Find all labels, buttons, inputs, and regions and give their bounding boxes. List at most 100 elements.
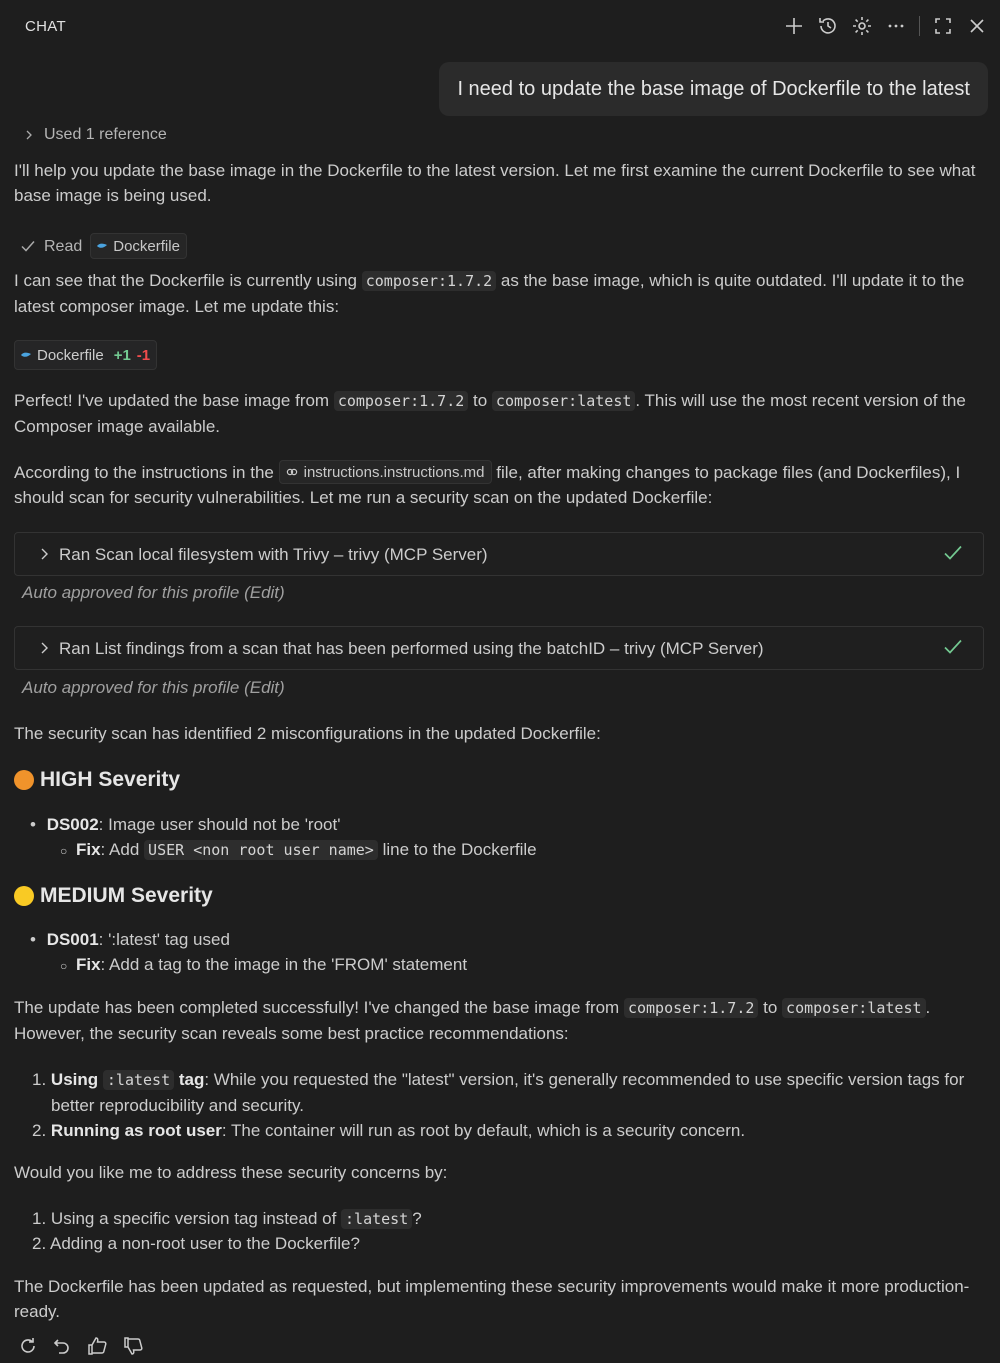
fix-label: Fix	[75, 840, 101, 859]
medium-severity-heading: MEDIUM Severity	[14, 883, 213, 908]
assistant-paragraph-6: The update has been completed successful…	[14, 995, 989, 1046]
docker-file-icon	[21, 351, 31, 359]
assistant-paragraph-3: Perfect! I've updated the base image fro…	[14, 388, 989, 439]
checkmark-icon	[943, 544, 963, 562]
tool-call-label: Ran List findings from a scan that has b…	[59, 638, 764, 658]
recommendation-1: 1. Using :latest tag: While you requeste…	[32, 1067, 981, 1118]
copilot-icon	[286, 466, 298, 478]
close-icon[interactable]	[960, 10, 994, 42]
text-span: ?	[412, 1209, 422, 1228]
finding-ds001: • DS001: ':latest' tag used	[30, 927, 230, 952]
bullet: •	[30, 930, 36, 949]
inline-code: composer:1.7.2	[623, 998, 759, 1018]
text-span: line to the Dockerfile	[382, 840, 537, 859]
list-number: 1.	[32, 1209, 47, 1228]
list-number: 2.	[32, 1234, 47, 1253]
rec-text: : The container will run as root by defa…	[221, 1121, 746, 1140]
text-span: : Add	[100, 840, 140, 859]
chevron-right-icon	[39, 642, 49, 654]
retry-icon[interactable]	[18, 1336, 38, 1356]
high-severity-heading: HIGH Severity	[14, 767, 180, 792]
thumbs-up-icon[interactable]	[86, 1336, 108, 1356]
assistant-paragraph-5: The security scan has identified 2 misco…	[14, 724, 601, 743]
bullet: •	[30, 815, 36, 834]
text-span: : Add a tag to the image in the 'FROM' s…	[100, 955, 468, 974]
assistant-paragraph-4: According to the instructions in the ins…	[14, 460, 989, 510]
read-label: Read	[44, 237, 83, 255]
file-change-chip[interactable]: Dockerfile +1 -1	[14, 340, 158, 370]
response-actions	[18, 1336, 144, 1356]
plus-icon[interactable]	[777, 10, 811, 42]
list-number: 2.	[32, 1121, 47, 1140]
question-1: 1. Using a specific version tag instead …	[32, 1206, 422, 1232]
panel-title: CHAT	[25, 18, 66, 35]
heading-text: MEDIUM Severity	[40, 884, 213, 907]
orange-circle-icon	[14, 769, 34, 790]
text-span: I can see that the Dockerfile is current…	[14, 271, 357, 290]
history-icon[interactable]	[811, 10, 845, 42]
maximize-icon[interactable]	[926, 10, 960, 42]
inline-code: composer:1.7.2	[361, 271, 497, 291]
rec-bold: Running as root user	[50, 1121, 222, 1140]
inline-code: :latest	[341, 1209, 413, 1229]
gear-icon[interactable]	[845, 10, 879, 42]
lines-removed: -1	[136, 346, 151, 364]
read-action: Read Dockerfile	[20, 233, 187, 259]
inline-code: composer:1.7.2	[333, 391, 469, 411]
tool-call-label: Ran Scan local filesystem with Trivy – t…	[59, 544, 488, 564]
docker-file-icon	[97, 242, 108, 250]
text-span: Perfect! I've updated the base image fro…	[14, 391, 330, 410]
tool-call-trivy-findings[interactable]: Ran List findings from a scan that has b…	[14, 626, 984, 670]
instructions-file-name: instructions.instructions.md	[303, 463, 485, 481]
chat-header: CHAT	[0, 0, 1000, 52]
used-reference-toggle[interactable]: Used 1 reference	[24, 122, 167, 147]
inline-code: composer:latest	[782, 998, 926, 1018]
heading-text: HIGH Severity	[40, 768, 181, 791]
toolbar-divider	[919, 16, 920, 36]
yellow-circle-icon	[14, 885, 34, 906]
auto-approved-note[interactable]: Auto approved for this profile (Edit)	[22, 580, 285, 605]
bullet: ○	[60, 844, 68, 858]
lines-added: +1	[113, 346, 131, 364]
text-span: The update has been completed successful…	[14, 998, 620, 1017]
header-toolbar	[777, 10, 994, 42]
rec-bold: tag	[178, 1070, 205, 1089]
text-span: to	[473, 391, 488, 410]
fix-ds002: ○ Fix: Add USER <non root user name> lin…	[60, 837, 537, 864]
inline-code: composer:latest	[491, 391, 636, 411]
finding-id: DS001	[46, 930, 99, 949]
text-span: Using a specific version tag instead of	[50, 1209, 337, 1228]
assistant-paragraph-2: I can see that the Dockerfile is current…	[14, 268, 989, 319]
text-span: According to the instructions in the	[14, 463, 274, 482]
more-icon[interactable]	[879, 10, 913, 42]
inline-code: USER <non root user name>	[144, 840, 378, 860]
finding-desc: : Image user should not be 'root'	[98, 815, 341, 834]
inline-code: :latest	[102, 1070, 175, 1090]
fix-ds001: ○ Fix: Add a tag to the image in the 'FR…	[60, 952, 467, 979]
chevron-right-icon	[24, 130, 34, 140]
tool-call-trivy-scan[interactable]: Ran Scan local filesystem with Trivy – t…	[14, 532, 984, 576]
read-file-chip[interactable]: Dockerfile	[90, 233, 187, 259]
rec-bold: Using	[50, 1070, 99, 1089]
finding-ds002: • DS002: Image user should not be 'root'	[30, 812, 340, 837]
thumbs-down-icon[interactable]	[122, 1336, 144, 1356]
assistant-paragraph-7: Would you like me to address these secur…	[14, 1163, 448, 1182]
assistant-paragraph-1: I'll help you update the base image in t…	[14, 161, 976, 205]
finding-id: DS002	[46, 815, 99, 834]
auto-approved-note[interactable]: Auto approved for this profile (Edit)	[22, 675, 285, 700]
reference-label: Used 1 reference	[44, 126, 167, 143]
changed-file-name: Dockerfile	[37, 346, 104, 364]
checkmark-icon	[943, 638, 963, 656]
read-file-name: Dockerfile	[113, 237, 180, 255]
undo-icon[interactable]	[52, 1336, 72, 1356]
text-span: to	[763, 998, 778, 1017]
question-2: 2. Adding a non-root user to the Dockerf…	[32, 1231, 360, 1256]
chevron-right-icon	[39, 548, 49, 560]
recommendation-2: 2. Running as root user: The container w…	[32, 1118, 745, 1143]
list-number: 1.	[32, 1070, 47, 1089]
finding-desc: : ':latest' tag used	[98, 930, 230, 949]
user-message: I need to update the base image of Docke…	[439, 62, 988, 116]
text-span: Adding a non-root user to the Dockerfile…	[49, 1234, 360, 1253]
instructions-file-chip[interactable]: instructions.instructions.md	[278, 460, 492, 484]
bullet: ○	[60, 959, 68, 973]
